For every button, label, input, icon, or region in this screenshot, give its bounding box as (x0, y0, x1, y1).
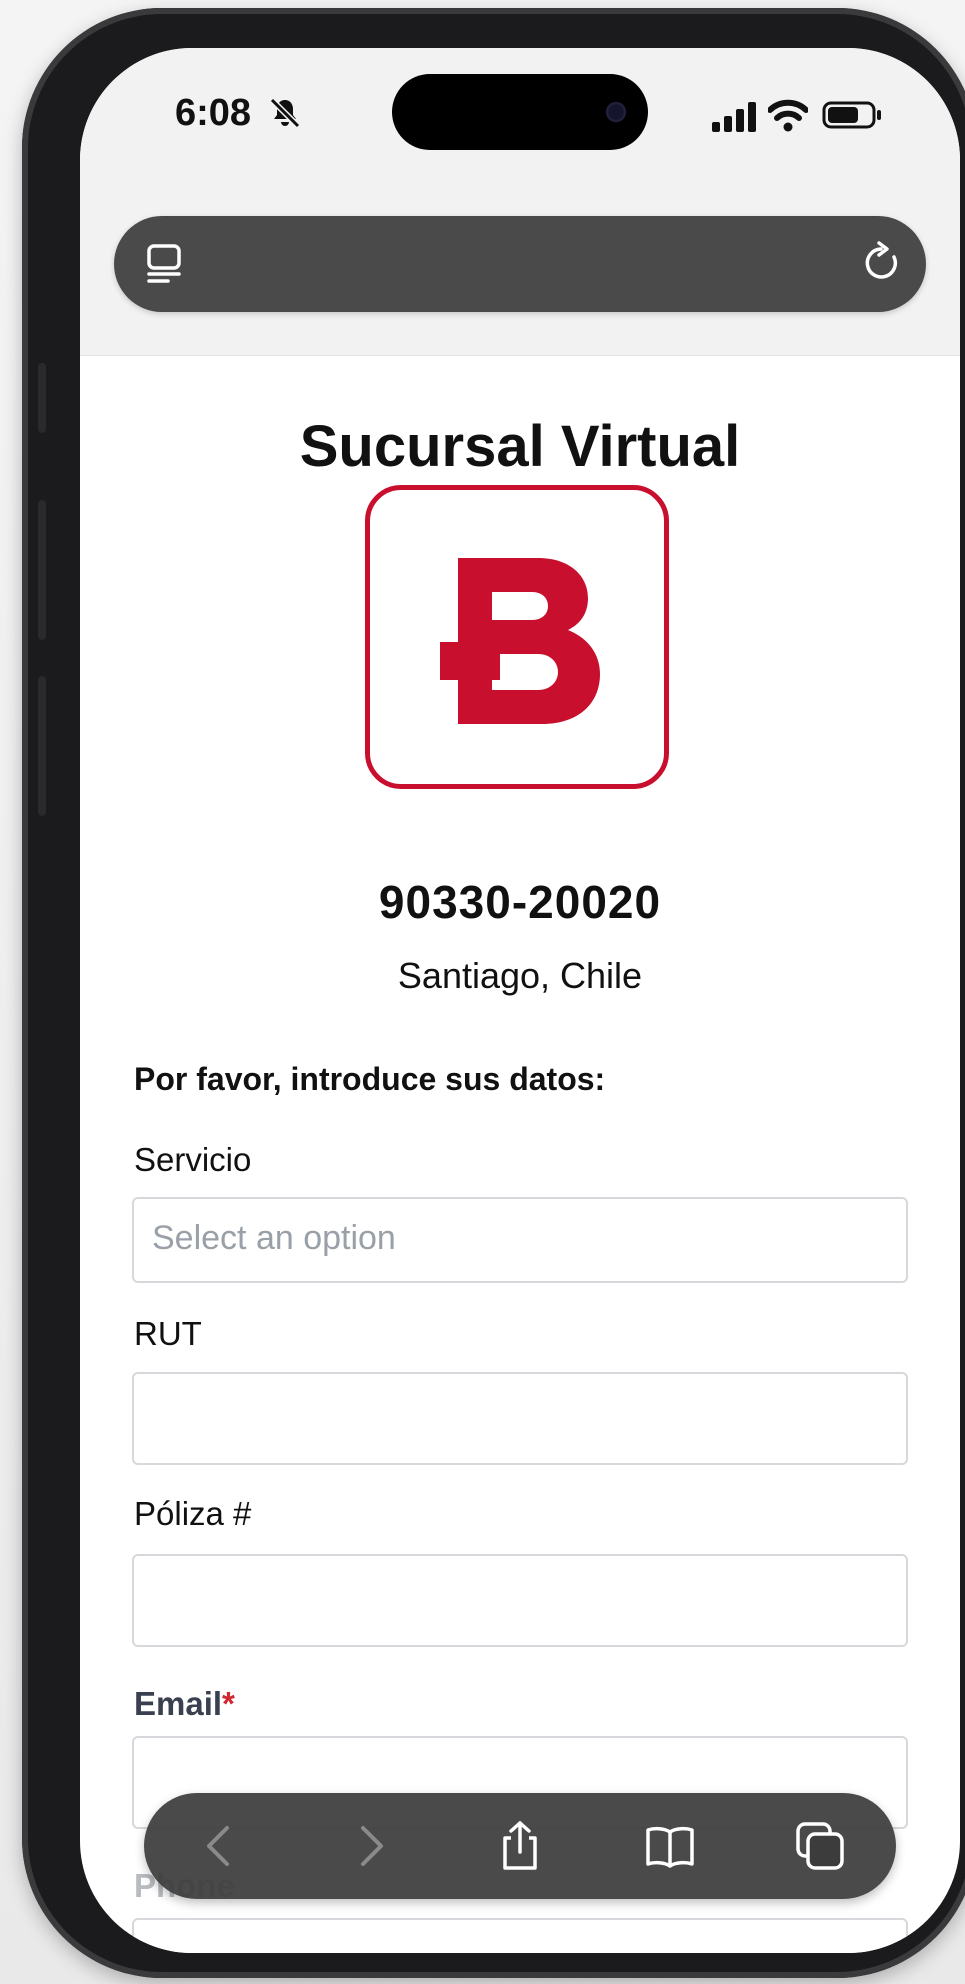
phone-input[interactable] (132, 1918, 908, 1953)
battery-icon (822, 101, 881, 129)
servicio-placeholder: Select an option (152, 1219, 396, 1257)
required-asterisk: * (222, 1685, 235, 1722)
browser-top-bar (80, 183, 960, 356)
email-label-text: Email (134, 1685, 223, 1722)
email-label: Email* (134, 1685, 235, 1723)
branch-phone: 90330-20020 (378, 876, 662, 928)
forward-icon[interactable] (344, 1820, 396, 1872)
dynamic-island (392, 74, 648, 150)
servicio-label: Servicio (134, 1141, 252, 1178)
volume-up-button (38, 500, 46, 640)
reload-icon[interactable] (860, 240, 906, 286)
bookmarks-icon[interactable] (644, 1820, 696, 1872)
volume-down-button (38, 676, 46, 816)
mute-switch (38, 363, 46, 433)
back-icon[interactable] (194, 1820, 246, 1872)
phone-frame: 6:08 Sucursal Virtual 90330-20020 Santia… (22, 8, 965, 1978)
page-title: Sucursal Virtual (299, 414, 741, 479)
form-prompt: Por favor, introduce sus datos: (134, 1061, 606, 1097)
camera-icon (606, 102, 626, 122)
screen: 6:08 Sucursal Virtual 90330-20020 Santia… (80, 48, 960, 1953)
rut-label: RUT (134, 1315, 202, 1352)
bell-muted-icon (269, 97, 301, 129)
brand-logo-icon (440, 558, 600, 724)
tabs-icon[interactable] (144, 242, 188, 286)
address-bar[interactable] (114, 216, 926, 312)
rut-input[interactable] (132, 1372, 908, 1465)
poliza-input[interactable] (132, 1554, 908, 1647)
status-time: 6:08 (175, 92, 252, 134)
cellular-signal-icon (712, 102, 756, 132)
tabs-overview-icon[interactable] (794, 1820, 846, 1872)
servicio-select[interactable]: Select an option (132, 1197, 908, 1283)
branch-location: Santiago, Chile (397, 955, 643, 996)
share-icon[interactable] (494, 1820, 546, 1872)
browser-bottom-toolbar (144, 1793, 896, 1899)
page-content: Sucursal Virtual 90330-20020 Santiago, C… (80, 355, 960, 1953)
poliza-label: Póliza # (134, 1495, 252, 1532)
brand-logo (365, 485, 669, 789)
wifi-icon (768, 99, 808, 132)
status-bar: 6:08 (80, 48, 960, 183)
